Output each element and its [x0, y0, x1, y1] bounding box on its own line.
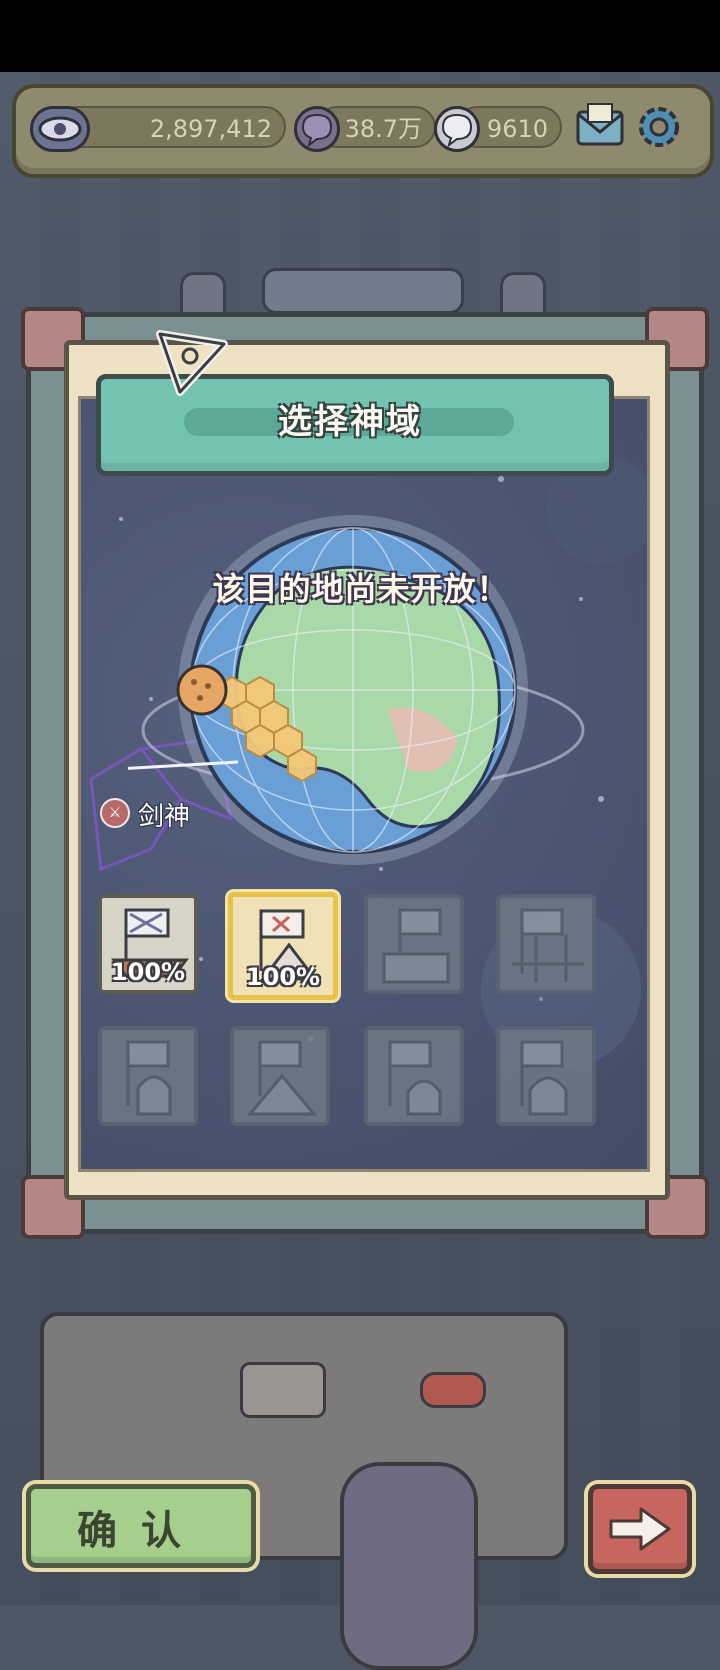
eye-icon: [30, 106, 90, 152]
page-title: 选择神域: [278, 402, 422, 442]
domain-tile-ship[interactable]: 100%: [98, 894, 198, 994]
console-button: [420, 1372, 486, 1408]
purple-currency-value: 38.7万: [344, 115, 422, 143]
status-message: 该目的地尚未开放！: [212, 570, 510, 608]
console-panel: [240, 1362, 326, 1418]
arrow-right-icon: [609, 1507, 671, 1551]
domain-tile-castle[interactable]: [364, 894, 464, 994]
confirm-button[interactable]: 确认: [26, 1484, 256, 1568]
purple-bubble-icon: [294, 106, 340, 152]
white-bubble-icon: [434, 106, 480, 152]
resource-bar: 2,897,412 38.7万 9610: [12, 84, 714, 178]
destination-label[interactable]: ⚔ 剑神: [100, 796, 220, 832]
white-currency-value: 9610: [486, 115, 548, 143]
domain-tile-palace[interactable]: [496, 1026, 596, 1126]
domain-tile-mosque[interactable]: [364, 1026, 464, 1126]
coins-display: 2,897,412: [56, 106, 286, 148]
domain-tile-mountain[interactable]: 100%: [228, 892, 338, 1000]
domain-tile-pyramid[interactable]: [230, 1026, 330, 1126]
sword-god-icon: ⚔: [100, 798, 130, 828]
fuel-tank: [340, 1462, 478, 1670]
destination-name: 剑神: [138, 802, 191, 832]
mail-icon[interactable]: [574, 102, 626, 152]
domain-tile-bridge[interactable]: [496, 894, 596, 994]
triangle-logo-icon: [152, 320, 232, 400]
coins-value: 2,897,412: [149, 115, 272, 143]
ceiling-hatch: [262, 268, 464, 314]
tile-progress: 100%: [245, 963, 321, 991]
gear-icon[interactable]: [632, 100, 686, 154]
tile-progress: 100%: [110, 958, 186, 986]
domain-tile-cathedral[interactable]: [98, 1026, 198, 1126]
next-button[interactable]: [588, 1484, 692, 1574]
status-bar-area: [0, 0, 720, 72]
